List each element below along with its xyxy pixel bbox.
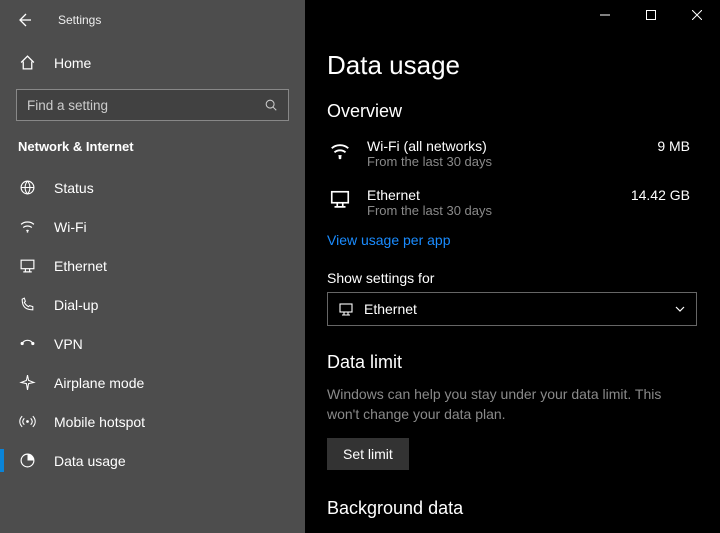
overview-header: Overview: [327, 101, 698, 122]
nav-item-airplane[interactable]: Airplane mode: [0, 363, 305, 402]
show-settings-label: Show settings for: [327, 270, 698, 286]
home-label: Home: [54, 55, 91, 71]
nav-label: Airplane mode: [54, 375, 144, 391]
usage-sub: From the last 30 days: [367, 154, 657, 169]
content-scroll[interactable]: Data usage Overview Wi-Fi (all networks)…: [305, 0, 720, 531]
nav-label: Status: [54, 180, 94, 196]
hotspot-icon: [18, 413, 36, 430]
minimize-button[interactable]: [582, 0, 628, 30]
chevron-down-icon: [674, 303, 686, 315]
view-per-app-link[interactable]: View usage per app: [327, 232, 451, 248]
nav-item-ethernet[interactable]: Ethernet: [0, 246, 305, 285]
window-controls: [582, 0, 720, 30]
nav-item-vpn[interactable]: VPN: [0, 324, 305, 363]
vpn-icon: [18, 335, 36, 352]
nav-item-wifi[interactable]: Wi-Fi: [0, 207, 305, 246]
nav-list: Status Wi-Fi Ethernet Dial-up VPN Airpla…: [0, 168, 305, 480]
usage-value: 14.42 GB: [631, 187, 698, 203]
titlebar: Settings: [0, 0, 305, 44]
ethernet-icon: [338, 301, 354, 317]
usage-name: Wi-Fi (all networks): [367, 138, 657, 154]
arrow-left-icon: [16, 12, 32, 28]
nav-item-hotspot[interactable]: Mobile hotspot: [0, 402, 305, 441]
nav-item-status[interactable]: Status: [0, 168, 305, 207]
phone-icon: [18, 296, 36, 313]
globe-icon: [18, 179, 36, 196]
app-title: Settings: [58, 13, 101, 27]
search-placeholder: Find a setting: [27, 98, 108, 113]
dropdown-selected: Ethernet: [364, 301, 417, 317]
usage-row-ethernet[interactable]: Ethernet From the last 30 days 14.42 GB: [327, 183, 698, 232]
nav-label: VPN: [54, 336, 83, 352]
usage-name: Ethernet: [367, 187, 631, 203]
nav-label: Dial-up: [54, 297, 98, 313]
show-settings-dropdown[interactable]: Ethernet: [327, 292, 697, 326]
usage-sub: From the last 30 days: [367, 203, 631, 218]
nav-item-datausage[interactable]: Data usage: [0, 441, 305, 480]
wifi-icon: [18, 218, 36, 235]
search-input[interactable]: Find a setting: [16, 89, 289, 121]
nav-label: Mobile hotspot: [54, 414, 145, 430]
background-data-header: Background data: [327, 498, 698, 519]
ethernet-icon: [18, 257, 36, 274]
minimize-icon: [600, 10, 610, 20]
wifi-icon: [327, 140, 353, 162]
sidebar: Settings Home Find a setting Network & I…: [0, 0, 305, 533]
home-icon: [18, 54, 36, 71]
close-button[interactable]: [674, 0, 720, 30]
airplane-icon: [18, 374, 36, 391]
section-header: Network & Internet: [0, 135, 305, 168]
nav-label: Wi-Fi: [54, 219, 87, 235]
data-usage-icon: [18, 452, 36, 469]
maximize-button[interactable]: [628, 0, 674, 30]
content-pane: Data usage Overview Wi-Fi (all networks)…: [305, 0, 720, 533]
search-icon: [264, 98, 278, 112]
page-title: Data usage: [327, 50, 698, 81]
ethernet-icon: [327, 189, 353, 211]
back-button[interactable]: [14, 10, 34, 30]
set-limit-button[interactable]: Set limit: [327, 438, 409, 470]
nav-item-dialup[interactable]: Dial-up: [0, 285, 305, 324]
nav-label: Data usage: [54, 453, 126, 469]
maximize-icon: [646, 10, 656, 20]
close-icon: [692, 10, 702, 20]
data-limit-desc: Windows can help you stay under your dat…: [327, 385, 697, 424]
nav-label: Ethernet: [54, 258, 107, 274]
data-limit-header: Data limit: [327, 352, 698, 373]
home-nav[interactable]: Home: [0, 44, 305, 81]
usage-row-wifi[interactable]: Wi-Fi (all networks) From the last 30 da…: [327, 134, 698, 183]
usage-value: 9 MB: [657, 138, 698, 154]
